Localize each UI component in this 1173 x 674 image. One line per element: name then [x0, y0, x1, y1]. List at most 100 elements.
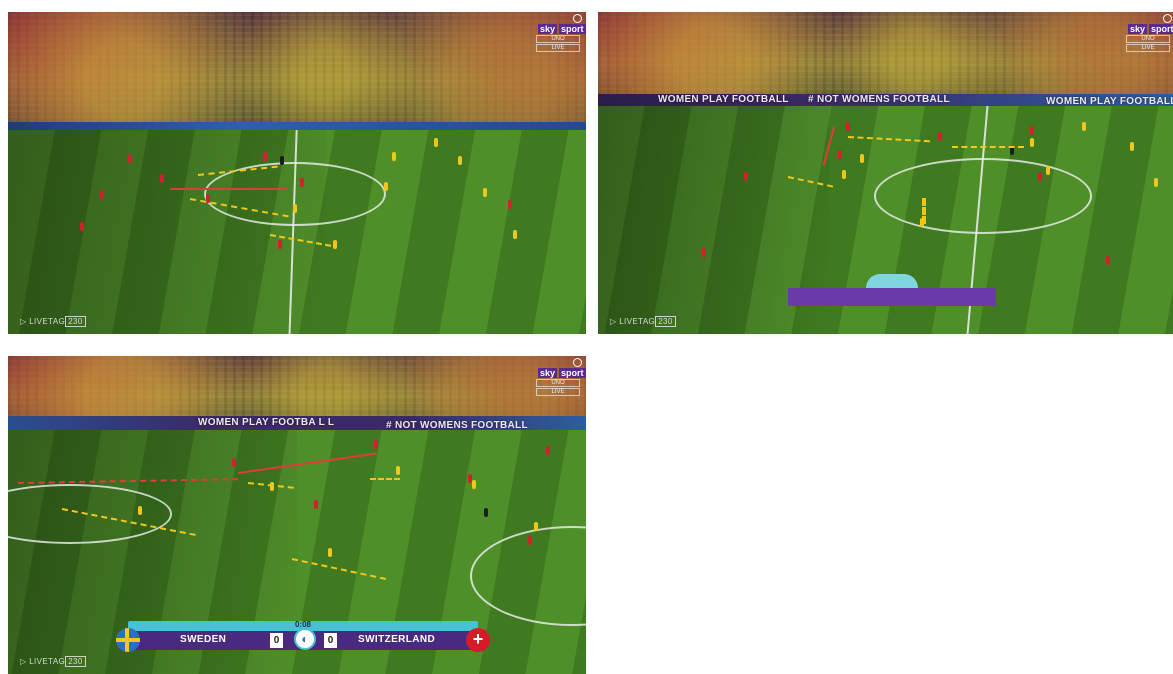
player-red — [278, 240, 282, 249]
player-red — [838, 150, 842, 159]
run-arrow-yellow — [370, 478, 400, 480]
crowd-stands — [598, 12, 1173, 96]
watermark-suffix: 230 — [655, 316, 676, 327]
player-red — [702, 248, 706, 257]
player-red — [374, 440, 378, 449]
frame-top-right: WOMEN PLAY FOOTBALL # NOT WOMENS FOOTBAL… — [598, 12, 1173, 334]
crowd-stands — [8, 356, 586, 422]
watermark-prefix: LIVETAG — [29, 317, 66, 326]
shadow — [8, 130, 326, 334]
frame-bottom-left: WOMEN PLAY FOOTBA L L # NOT WOMENS FOOTB… — [8, 356, 586, 674]
run-line-red — [170, 188, 288, 190]
player-red — [1106, 256, 1110, 265]
player-red — [528, 536, 532, 545]
banner-text: # NOT WOMENS FOOTBALL — [808, 94, 950, 105]
player-red — [232, 458, 236, 467]
play-logo-icon: ▷ — [20, 657, 27, 666]
zoom-icon[interactable] — [573, 14, 582, 23]
ad-boards: WOMEN PLAY FOOTBALL # NOT WOMENS FOOTBAL… — [598, 94, 1173, 107]
player-red — [128, 154, 132, 163]
sky-label: sky — [538, 24, 558, 34]
player-red — [1038, 172, 1042, 181]
player-red — [744, 172, 748, 181]
player-yellow — [483, 188, 487, 197]
broadcaster-logo: sky sport UNO LIVE — [536, 368, 586, 396]
channel-label: UNO — [536, 379, 580, 387]
livetag-watermark: ▷ LIVETAG 230 — [20, 316, 86, 327]
zoom-icon[interactable] — [1163, 14, 1172, 23]
sweden-flag-icon — [116, 628, 140, 652]
player-yellow — [434, 138, 438, 147]
watermark-suffix: 230 — [65, 316, 86, 327]
player-red — [314, 500, 318, 509]
zoom-icon[interactable] — [573, 358, 582, 367]
run-arrow-yellow — [952, 146, 1024, 148]
home-team-name: SWEDEN — [180, 634, 227, 645]
player-yellow — [392, 152, 396, 161]
referee — [484, 508, 488, 517]
banner-text: WOMEN PLAY FOOTBALL — [658, 94, 789, 105]
channel-label: UNO — [536, 35, 580, 43]
play-logo-icon: ▷ — [20, 317, 27, 326]
player-red — [100, 190, 104, 199]
pitch — [8, 130, 586, 334]
ball-logo-icon: ◐ — [294, 628, 316, 650]
player-yellow — [1082, 122, 1086, 131]
player-yellow — [138, 506, 142, 515]
player-yellow — [293, 204, 297, 213]
banner-text: WOMEN PLAY FOOTBA L L — [198, 417, 335, 428]
player-yellow — [384, 182, 388, 191]
player-red — [546, 446, 550, 455]
sky-label: sky — [538, 368, 558, 378]
watermark-suffix: 230 — [65, 656, 86, 667]
sport-label: sport — [559, 24, 586, 34]
player-yellow — [534, 522, 538, 531]
player-yellow — [1154, 178, 1158, 187]
player-yellow — [842, 170, 846, 179]
player-yellow — [472, 480, 476, 489]
player-yellow — [1130, 142, 1134, 151]
channel-label: UNO — [1126, 35, 1170, 43]
broadcaster-logo: sky sport UNO LIVE — [1126, 24, 1173, 52]
graphic-dome — [866, 274, 918, 288]
player-red — [80, 222, 84, 231]
live-label: LIVE — [536, 44, 580, 52]
referee — [280, 156, 284, 165]
player-yellow — [458, 156, 462, 165]
switzerland-flag-icon: + — [466, 628, 490, 652]
graphic-bar — [788, 288, 996, 306]
player-yellow — [1030, 138, 1034, 147]
livetag-watermark: ▷ LIVETAG 230 — [610, 316, 676, 327]
run-arrow-yellow — [847, 136, 930, 143]
watermark-prefix: LIVETAG — [619, 317, 656, 326]
scoreboard: SWEDEN 0 ◐ 0 SWITZERLAND + — [116, 628, 490, 652]
sky-label: sky — [1128, 24, 1148, 34]
crowd-stands — [8, 12, 586, 124]
player-red — [263, 152, 267, 161]
run-arrow-yellow — [922, 198, 926, 224]
player-red — [300, 178, 304, 187]
player-yellow — [1046, 166, 1050, 175]
player-red — [508, 200, 512, 209]
broadcaster-logo: sky sport UNO LIVE — [536, 24, 586, 52]
player-red — [938, 132, 942, 141]
ad-boards: WOMEN PLAY FOOTBA L L # NOT WOMENS FOOTB… — [8, 416, 586, 431]
sport-label: sport — [559, 368, 586, 378]
away-score: 0 — [324, 633, 337, 648]
player-yellow — [396, 466, 400, 475]
player-yellow — [513, 230, 517, 239]
player-red — [1030, 126, 1034, 135]
livetag-watermark: ▷ LIVETAG 230 — [20, 656, 86, 667]
watermark-prefix: LIVETAG — [29, 657, 66, 666]
run-arrow-yellow — [291, 558, 387, 580]
player-yellow — [328, 548, 332, 557]
player-red — [846, 122, 850, 131]
frame-top-left: sky sport UNO LIVE ▷ LIVETAG 230 — [8, 12, 586, 334]
sport-label: sport — [1149, 24, 1173, 34]
live-label: LIVE — [536, 388, 580, 396]
home-score: 0 — [270, 633, 283, 648]
player-yellow — [333, 240, 337, 249]
live-label: LIVE — [1126, 44, 1170, 52]
away-team-name: SWITZERLAND — [358, 634, 436, 645]
player-red — [160, 174, 164, 183]
